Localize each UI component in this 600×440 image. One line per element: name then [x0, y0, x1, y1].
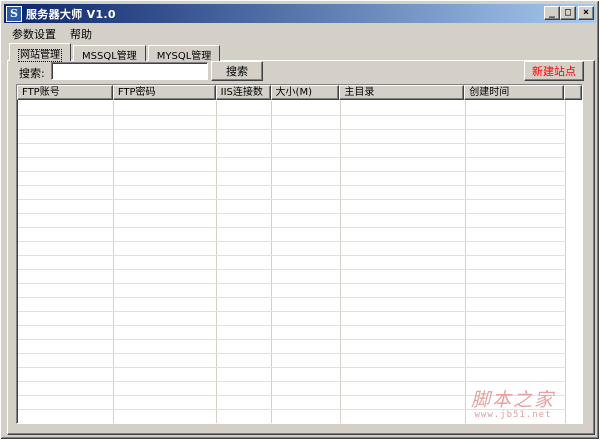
- grid-row-line: [18, 185, 566, 186]
- grid-column-line: [565, 101, 566, 423]
- grid-row-line: [18, 367, 566, 368]
- grid-row-line: [18, 353, 566, 354]
- grid-column-line: [216, 101, 217, 423]
- grid-row-line: [18, 213, 566, 214]
- title-bar[interactable]: S 服务器大师 V1.0 _ □ ×: [4, 4, 596, 23]
- search-button[interactable]: 搜索: [211, 61, 263, 81]
- grid-row-line: [18, 129, 566, 130]
- grid-row-line: [18, 143, 566, 144]
- tab-mssql-management-label: MSSQL管理: [82, 51, 137, 62]
- grid-column-line: [271, 101, 272, 423]
- grid-row-line: [18, 269, 566, 270]
- grid-row-line: [18, 115, 566, 116]
- column-home-directory[interactable]: 主目录: [339, 85, 465, 100]
- app-icon[interactable]: S: [6, 5, 22, 22]
- grid-row-line: [18, 227, 566, 228]
- column-ftp-account[interactable]: FTP账号: [17, 85, 113, 100]
- grid-row-line: [18, 241, 566, 242]
- grid-column-line: [113, 101, 114, 423]
- grid-row-line: [18, 395, 566, 396]
- minimize-button[interactable]: _: [544, 6, 560, 20]
- search-input[interactable]: [51, 62, 208, 80]
- grid-column-line: [340, 101, 341, 423]
- site-list[interactable]: FTP账号 FTP密码 IIS连接数 大小(M) 主目录 创建时间: [16, 84, 583, 424]
- grid-row-line: [18, 381, 566, 382]
- close-button[interactable]: ×: [578, 6, 594, 20]
- column-created-time[interactable]: 创建时间: [464, 85, 565, 100]
- grid-row-line: [18, 339, 566, 340]
- search-label: 搜索:: [19, 67, 45, 80]
- list-header: FTP账号 FTP密码 IIS连接数 大小(M) 主目录 创建时间: [17, 85, 582, 100]
- tab-mysql-management-label: MYSQL管理: [156, 51, 212, 62]
- tab-mysql-management[interactable]: MYSQL管理: [147, 45, 221, 62]
- menu-bar: 参数设置 帮助: [5, 24, 99, 42]
- grid-row-line: [18, 171, 566, 172]
- tab-mssql-management[interactable]: MSSQL管理: [73, 45, 146, 62]
- grid-row-line: [18, 157, 566, 158]
- grid-row-line: [18, 283, 566, 284]
- tab-strip: 网站管理 MSSQL管理 MYSQL管理: [9, 43, 222, 62]
- tab-site-management[interactable]: 网站管理: [9, 43, 71, 62]
- menu-settings[interactable]: 参数设置: [5, 24, 63, 42]
- list-grid: [18, 101, 582, 423]
- new-site-button[interactable]: 新建站点: [524, 61, 584, 81]
- column-iis-connections[interactable]: IIS连接数: [215, 85, 271, 100]
- menu-help[interactable]: 帮助: [63, 24, 99, 42]
- grid-column-line: [465, 101, 466, 423]
- main-window: S 服务器大师 V1.0 _ □ × 参数设置 帮助 网站管理 MSSQL管理 …: [0, 0, 600, 440]
- grid-row-line: [18, 297, 566, 298]
- maximize-button[interactable]: □: [560, 6, 576, 20]
- grid-row-line: [18, 255, 566, 256]
- column-ftp-password[interactable]: FTP密码: [112, 85, 216, 100]
- window-title: 服务器大师 V1.0: [26, 7, 116, 21]
- grid-row-line: [18, 423, 566, 424]
- grid-row-line: [18, 199, 566, 200]
- window-controls: _ □ ×: [544, 6, 594, 20]
- grid-row-line: [18, 325, 566, 326]
- grid-row-line: [18, 409, 566, 410]
- column-size[interactable]: 大小(M): [270, 85, 340, 100]
- grid-row-line: [18, 311, 566, 312]
- tab-site-management-label: 网站管理: [18, 49, 62, 62]
- column-filler: [564, 85, 582, 100]
